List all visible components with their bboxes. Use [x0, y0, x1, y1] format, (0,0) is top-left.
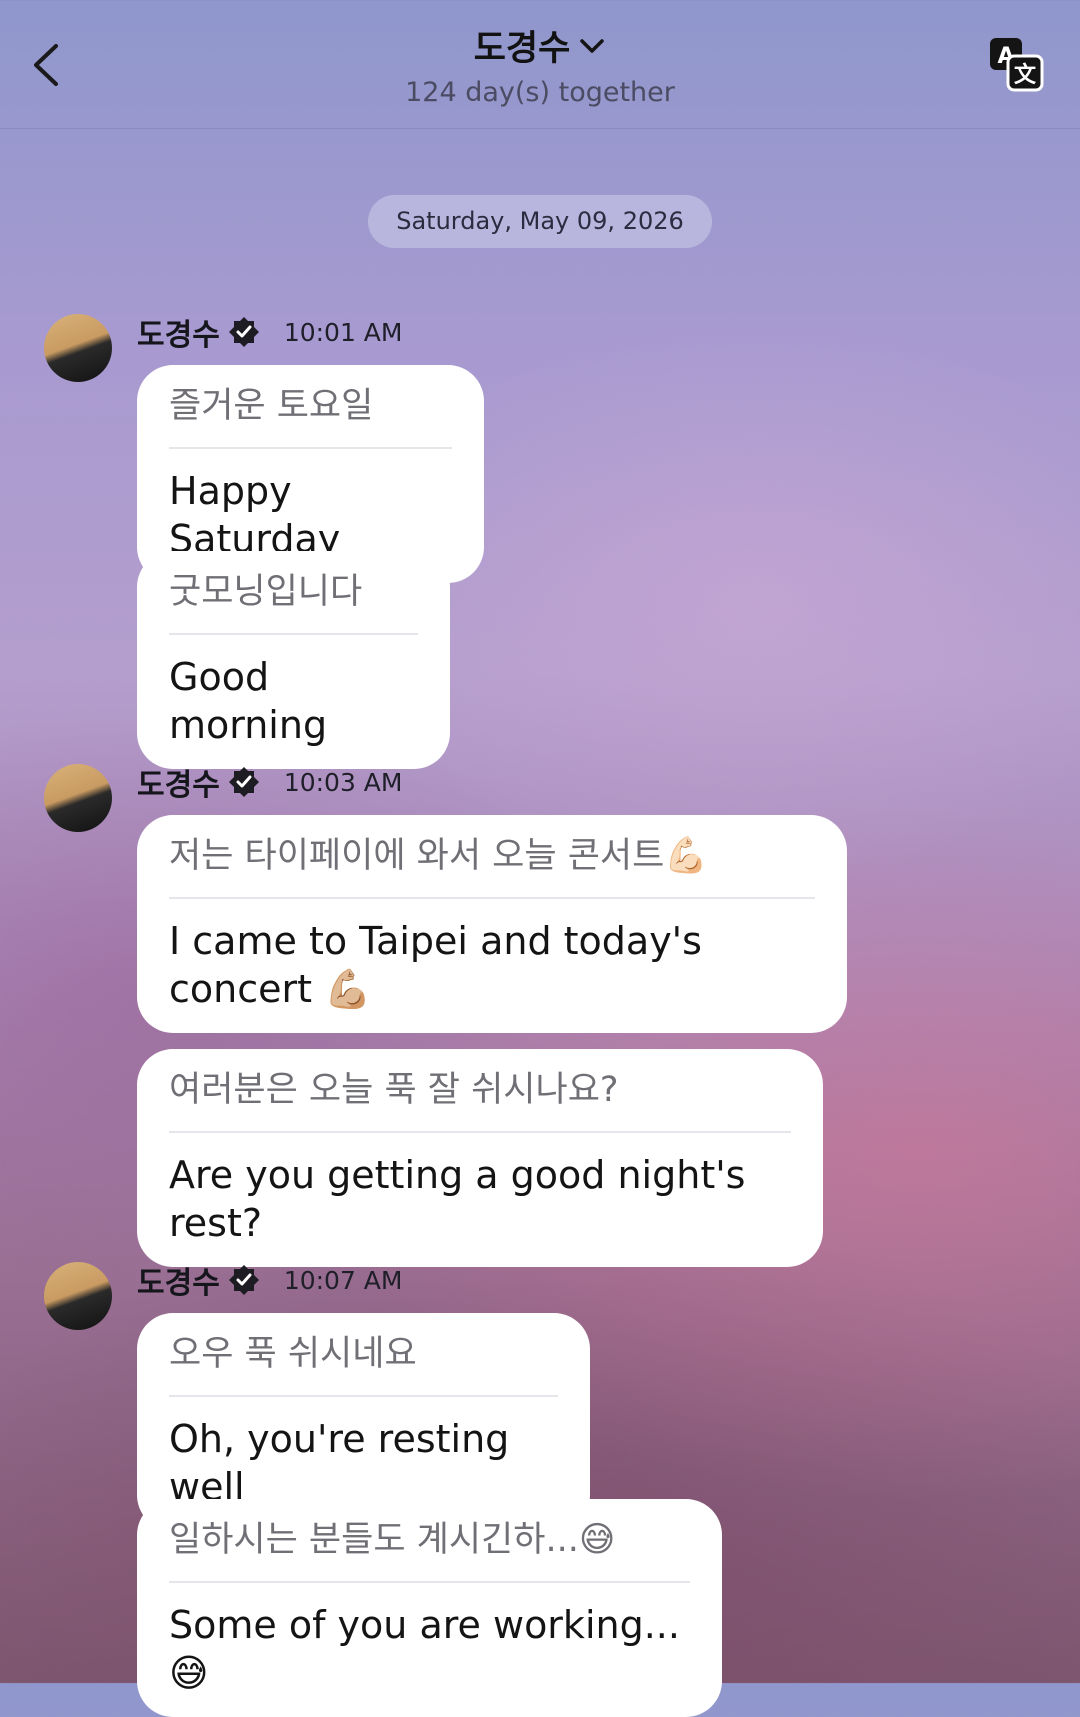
avatar[interactable]: [44, 764, 112, 832]
translated-text: Good morning: [169, 655, 328, 747]
message-bubble[interactable]: 일하시는 분들도 계시긴하...😅 Some of you are workin…: [137, 1499, 722, 1717]
translated-text: Some of you are working... 😅: [169, 1603, 680, 1695]
svg-text:文: 文: [1014, 62, 1037, 88]
chat-title: 도경수: [473, 29, 571, 69]
message-bubble[interactable]: 굿모닝입니다 Good morning: [137, 551, 450, 769]
original-text: 일하시는 분들도 계시긴하...😅: [169, 1499, 690, 1583]
chevron-down-icon: [580, 38, 605, 53]
sender-header: 도경수 10:07 AM: [137, 1258, 402, 1302]
original-text: 즐거운 토요일: [169, 365, 452, 449]
translated-text: I came to Taipei and today's concert 💪🏼: [169, 919, 702, 1011]
original-text: 오우 푹 쉬시네요: [169, 1313, 558, 1397]
header-title-area: 도경수 124 day(s) together: [0, 20, 1080, 108]
chat-header: 도경수 124 day(s) together A 文: [0, 0, 1080, 129]
message-time: 10:07 AM: [283, 1265, 403, 1295]
sender-name: 도경수: [137, 1266, 220, 1301]
translate-icon[interactable]: A 文: [988, 36, 1044, 92]
date-separator: Saturday, May 09, 2026: [368, 195, 712, 248]
avatar[interactable]: [44, 1262, 112, 1330]
message-bubble[interactable]: 여러분은 오늘 푹 잘 쉬시나요? Are you getting a good…: [137, 1049, 823, 1267]
verified-badge-icon: [228, 767, 259, 797]
verified-badge-icon: [228, 1265, 259, 1295]
avatar[interactable]: [44, 314, 112, 382]
original-text: 굿모닝입니다: [169, 551, 418, 635]
sender-header: 도경수 10:01 AM: [137, 310, 402, 354]
original-text: 저는 타이페이에 와서 오늘 콘서트💪🏻: [169, 815, 815, 899]
chat-title-dropdown[interactable]: 도경수: [474, 20, 607, 71]
original-text: 여러분은 오늘 푹 잘 쉬시나요?: [169, 1049, 791, 1133]
translated-text: Are you getting a good night's rest?: [169, 1153, 746, 1245]
message-time: 10:03 AM: [283, 767, 403, 797]
sender-name: 도경수: [137, 768, 220, 803]
message-time: 10:01 AM: [283, 317, 403, 347]
message-bubble[interactable]: 저는 타이페이에 와서 오늘 콘서트💪🏻 I came to Taipei an…: [137, 815, 847, 1033]
sender-name: 도경수: [137, 318, 220, 353]
verified-badge-icon: [228, 317, 259, 347]
days-together: 124 day(s) together: [405, 77, 675, 108]
sender-header: 도경수 10:03 AM: [137, 760, 402, 804]
